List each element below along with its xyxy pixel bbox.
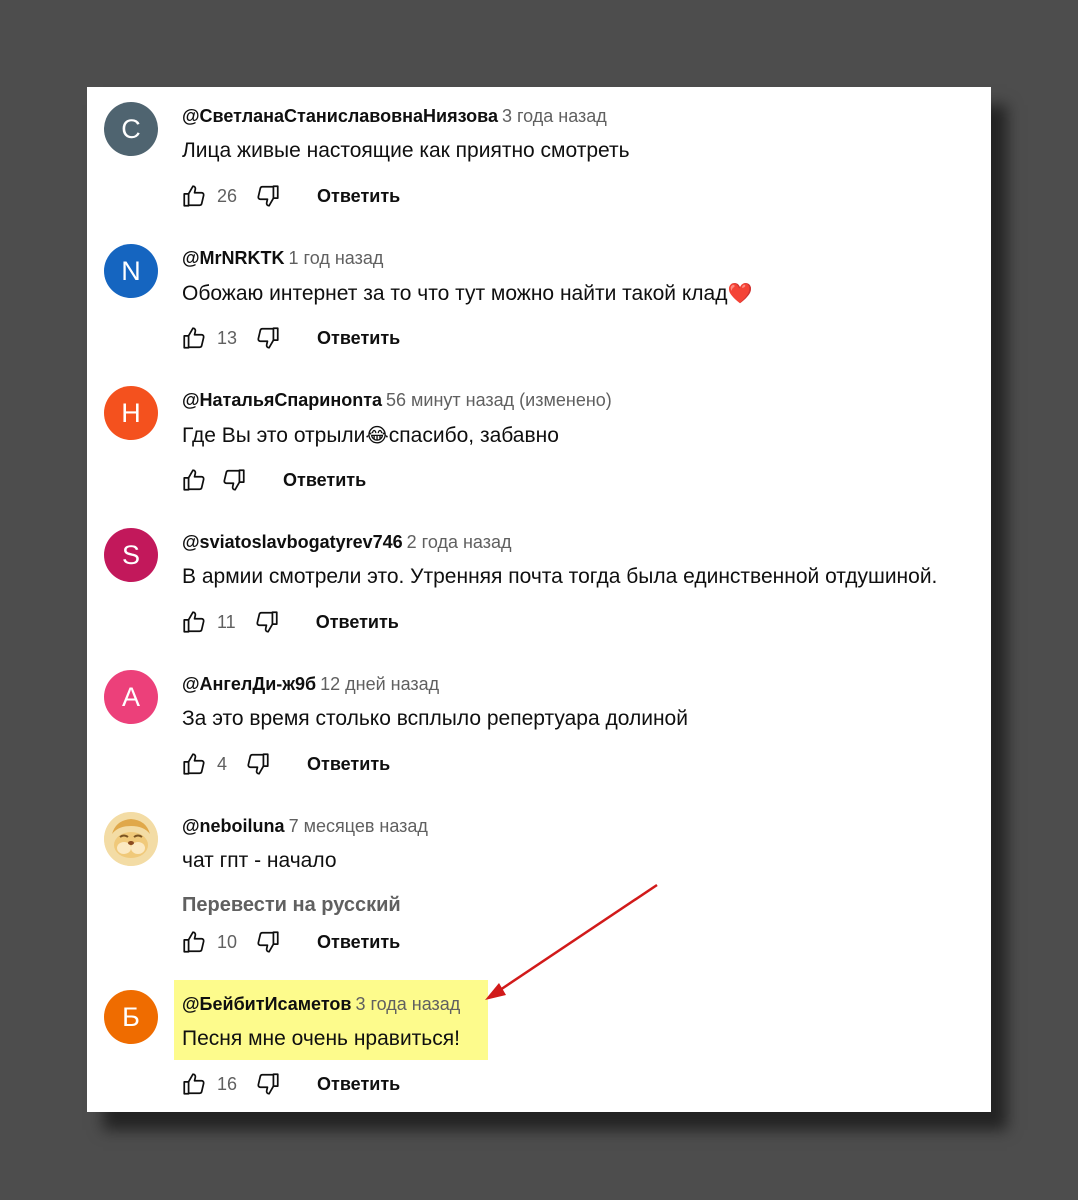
like-count: 26	[217, 185, 238, 206]
comment-time[interactable]: 3 года назад	[502, 106, 607, 126]
reply-button[interactable]: Ответить	[317, 1074, 400, 1095]
translate-link[interactable]: Перевести на русский	[182, 894, 401, 917]
reply-button[interactable]: Ответить	[317, 186, 400, 207]
like-count: 16	[217, 1073, 238, 1094]
dislike-icon[interactable]	[254, 609, 280, 635]
like-icon[interactable]	[181, 751, 207, 777]
reply-button[interactable]: Ответить	[316, 612, 399, 633]
comment-text: За это время столько всплыло репертуара …	[182, 707, 688, 730]
like-count: 10	[217, 931, 238, 952]
comments-panel: С @СветланаСтаниславовнаНиязова 3 года на…	[87, 87, 991, 1112]
comment-actions: Ответить	[181, 466, 366, 494]
comment-actions: 13 Ответить	[181, 324, 400, 352]
author-name[interactable]: @СветланаСтаниславовнаНиязова	[182, 106, 498, 126]
comment-item: @neboiluna 7 месяцев назад чат гпт - нача…	[87, 797, 991, 975]
dislike-icon[interactable]	[255, 183, 281, 209]
comment-item: Б @БейбитИсаметов 3 года назад Песня мне …	[87, 975, 991, 1117]
comment-header: @НатальяСпариноnта 56 минут назад (измене…	[182, 390, 612, 411]
dislike-icon[interactable]	[221, 467, 247, 493]
comment-item: S @sviatoslavbogatyrev746 2 года назад В …	[87, 513, 991, 655]
comment-actions: 16 Ответить	[181, 1070, 400, 1098]
comment-header: @sviatoslavbogatyrev746 2 года назад	[182, 532, 512, 553]
comment-header: @СветланаСтаниславовнаНиязова 3 года наза…	[182, 106, 607, 127]
reply-button[interactable]: Ответить	[317, 328, 400, 349]
like-icon[interactable]	[181, 929, 207, 955]
like-icon[interactable]	[181, 183, 207, 209]
like-count: 11	[217, 611, 236, 632]
comment-actions: 10 Ответить	[181, 928, 400, 956]
cartoon-face-icon	[104, 812, 158, 866]
reply-button[interactable]: Ответить	[283, 470, 366, 491]
comment-text: Песня мне очень нравиться!	[182, 1027, 460, 1050]
comment-time[interactable]: 2 года назад	[407, 532, 512, 552]
comment-actions: 4 Ответить	[181, 750, 390, 778]
comment-time[interactable]: 7 месяцев назад	[289, 816, 428, 836]
dislike-icon[interactable]	[255, 1071, 281, 1097]
like-icon[interactable]	[181, 467, 207, 493]
comment-header: @БейбитИсаметов 3 года назад	[182, 994, 460, 1015]
comment-item: N @MrNRKTK 1 год назад Обожаю интернет за…	[87, 229, 991, 371]
like-icon[interactable]	[181, 609, 207, 635]
comment-text: Обожаю интернет за то что тут можно найт…	[182, 282, 753, 305]
avatar[interactable]: Н	[104, 386, 158, 440]
comment-text: Лица живые настоящие как приятно смотрет…	[182, 139, 630, 162]
comment-time[interactable]: 56 минут назад (изменено)	[386, 390, 612, 410]
like-icon[interactable]	[181, 325, 207, 351]
like-count: 13	[217, 327, 238, 348]
author-name[interactable]: @neboiluna	[182, 816, 285, 836]
avatar[interactable]: N	[104, 244, 158, 298]
author-name[interactable]: @БейбитИсаметов	[182, 994, 351, 1014]
like-count: 4	[217, 753, 228, 774]
avatar[interactable]: Б	[104, 990, 158, 1044]
comment-time[interactable]: 3 года назад	[355, 994, 460, 1014]
avatar[interactable]: S	[104, 528, 158, 582]
author-name[interactable]: @НатальяСпариноnта	[182, 390, 382, 410]
comment-time[interactable]: 12 дней назад	[320, 674, 439, 694]
comment-text: Где Вы это отрыли😂спасибо, забавно	[182, 424, 559, 447]
comment-item: А @АнгелДи-ж9б 12 дней назад За это время…	[87, 655, 991, 797]
comment-item: С @СветланаСтаниславовнаНиязова 3 года на…	[87, 87, 991, 229]
author-name[interactable]: @MrNRKTK	[182, 248, 285, 268]
like-icon[interactable]	[181, 1071, 207, 1097]
avatar[interactable]: А	[104, 670, 158, 724]
reply-button[interactable]: Ответить	[307, 754, 390, 775]
avatar[interactable]: С	[104, 102, 158, 156]
comment-actions: 26 Ответить	[181, 182, 400, 210]
dislike-icon[interactable]	[245, 751, 271, 777]
comment-header: @MrNRKTK 1 год назад	[182, 248, 383, 269]
laughing-emoji: 😂	[365, 425, 389, 447]
comment-text: чат гпт - начало	[182, 849, 337, 872]
comment-header: @АнгелДи-ж9б 12 дней назад	[182, 674, 439, 695]
author-name[interactable]: @АнгелДи-ж9б	[182, 674, 316, 694]
comment-time[interactable]: 1 год назад	[289, 248, 384, 268]
author-name[interactable]: @sviatoslavbogatyrev746	[182, 532, 403, 552]
comment-item: Н @НатальяСпариноnта 56 минут назад (изме…	[87, 371, 991, 513]
avatar[interactable]	[104, 812, 158, 866]
comment-header: @neboiluna 7 месяцев назад	[182, 816, 428, 837]
reply-button[interactable]: Ответить	[317, 932, 400, 953]
heart-emoji: ❤️	[727, 283, 753, 305]
comment-text: В армии смотрели это. Утренняя почта тог…	[182, 565, 938, 588]
dislike-icon[interactable]	[255, 929, 281, 955]
dislike-icon[interactable]	[255, 325, 281, 351]
comment-actions: 11 Ответить	[181, 608, 399, 636]
